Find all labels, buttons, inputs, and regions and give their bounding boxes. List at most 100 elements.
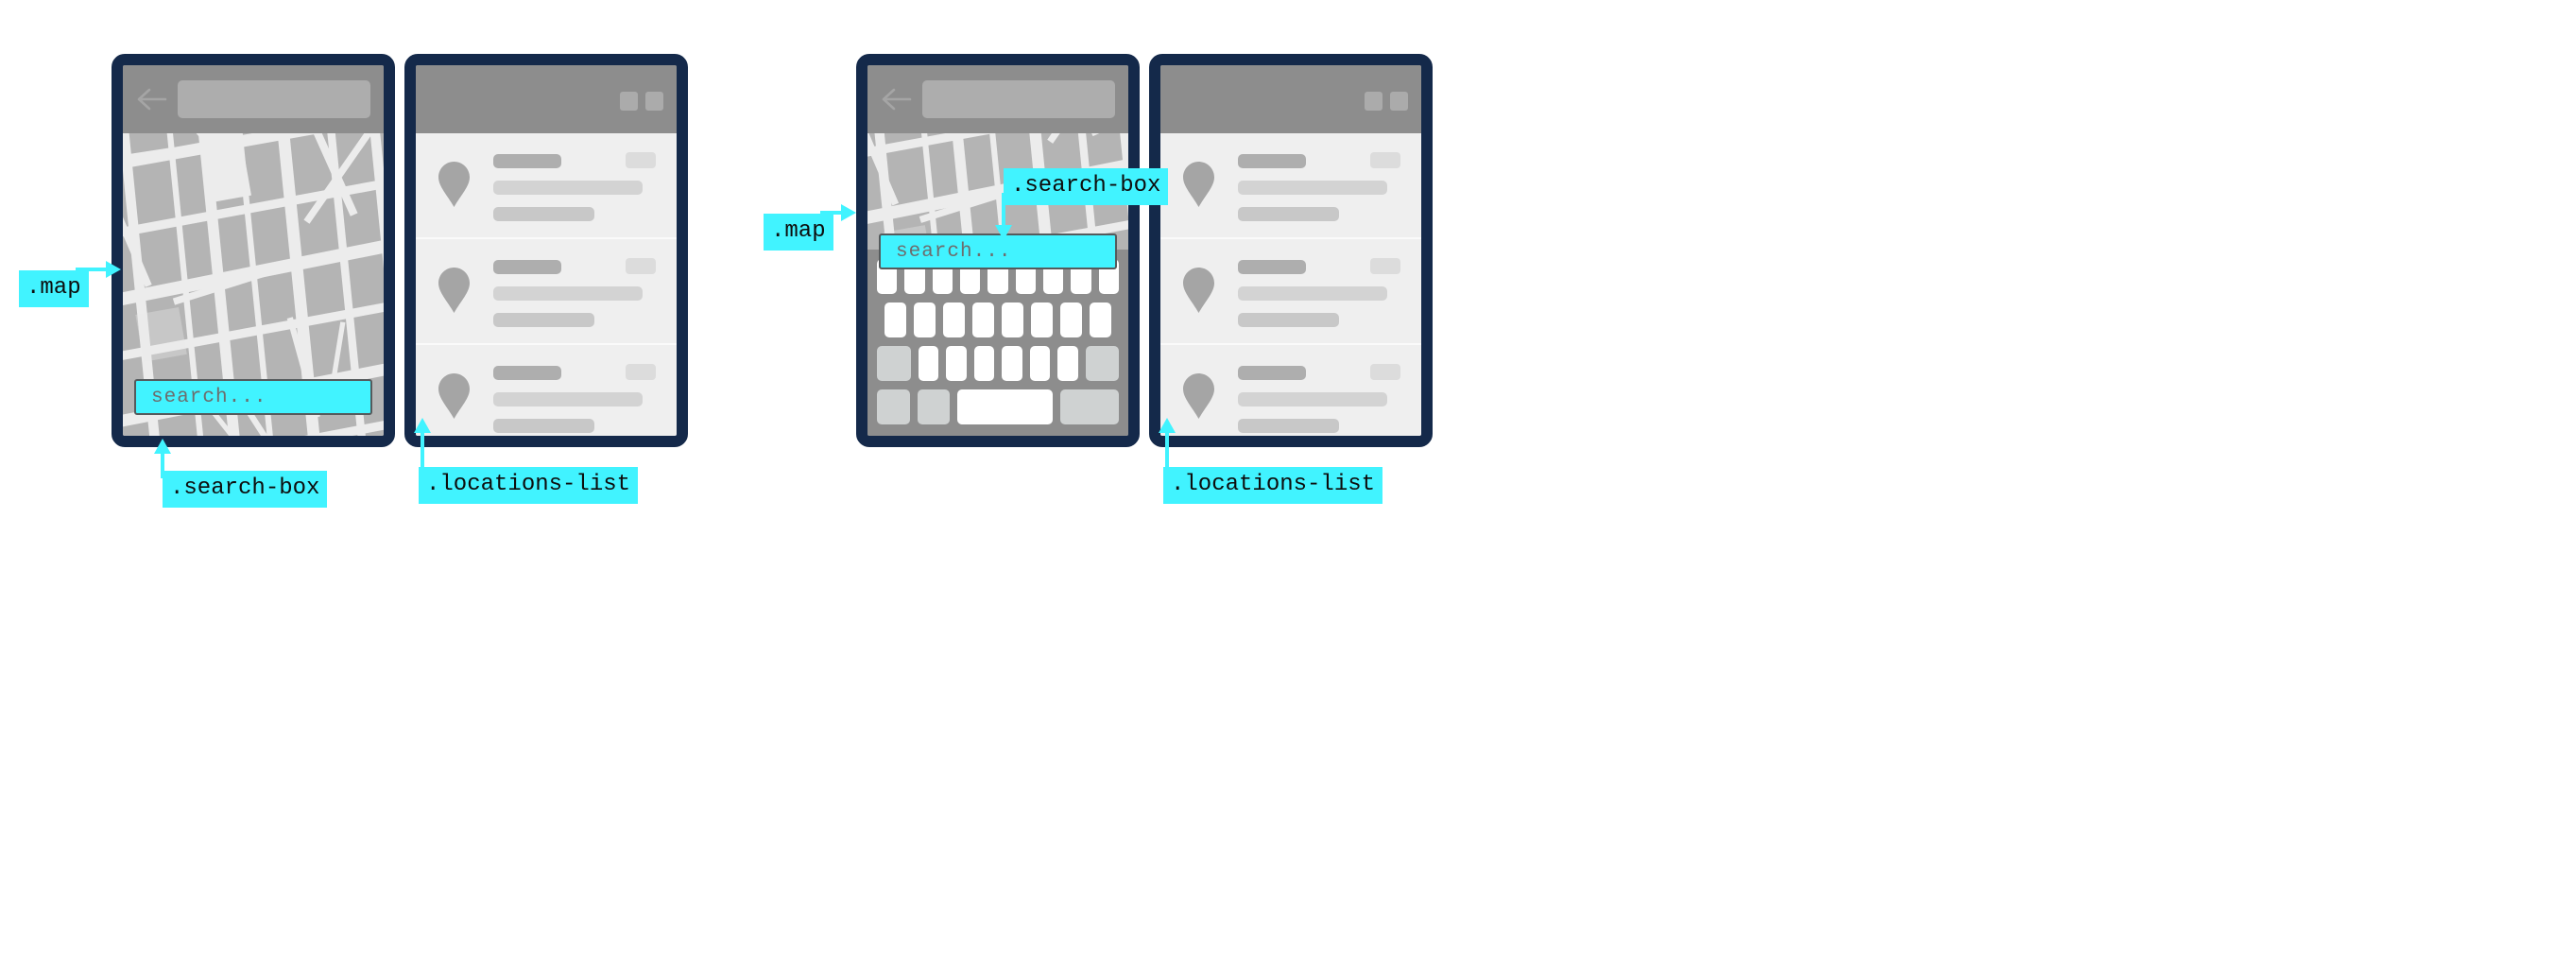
status-badge: [626, 258, 656, 274]
search-box-placeholder: search...: [896, 240, 1012, 263]
list-item-title-placeholder: [1238, 260, 1307, 274]
status-badge: [1370, 364, 1400, 380]
map-pin-icon: [1183, 268, 1214, 313]
list-item-sub-placeholder: [493, 313, 594, 327]
right-list-appbar: [1160, 65, 1421, 133]
square-icon[interactable]: [645, 92, 663, 111]
shift-key[interactable]: [876, 346, 911, 381]
status-badge: [626, 364, 656, 380]
status-badge: [626, 152, 656, 168]
list-item-sub-placeholder: [1238, 313, 1339, 327]
map-pin-icon: [438, 373, 470, 419]
right-list-device: [1149, 54, 1433, 447]
square-icon[interactable]: [1390, 92, 1408, 111]
list-item-title-placeholder: [493, 260, 562, 274]
list-item-title-placeholder: [493, 366, 562, 380]
key[interactable]: [1002, 302, 1023, 337]
space-key[interactable]: [957, 389, 1053, 424]
left-map-device: search...: [112, 54, 395, 447]
key[interactable]: [943, 302, 965, 337]
list-item-title-placeholder: [493, 154, 562, 168]
symbols-key[interactable]: [877, 389, 910, 424]
key[interactable]: [946, 346, 967, 381]
key[interactable]: [884, 302, 906, 337]
key[interactable]: [1002, 346, 1022, 381]
backspace-key[interactable]: [1085, 346, 1120, 381]
appbar-actions: [620, 88, 663, 111]
map-pin-icon: [438, 268, 470, 313]
emoji-key[interactable]: [917, 389, 951, 424]
annotation-search-box-left-text: .search-box: [170, 475, 320, 501]
locations-list[interactable]: [1160, 133, 1421, 436]
right-map-screen: search...: [867, 65, 1128, 436]
list-item-line-placeholder: [1238, 392, 1388, 406]
left-map-appbar: [123, 65, 384, 133]
annotation-locations-list-right-text: .locations-list: [1171, 472, 1376, 497]
left-list-device: [404, 54, 688, 447]
key[interactable]: [973, 346, 994, 381]
keyboard-row-4: [873, 389, 1123, 424]
list-item-sub-placeholder: [1238, 419, 1339, 433]
status-badge: [1370, 152, 1400, 168]
appbar-actions: [1365, 88, 1408, 111]
annotation-locations-list-right: .locations-list: [1163, 467, 1383, 505]
map-pin-icon: [438, 162, 470, 207]
list-item[interactable]: [1160, 345, 1421, 436]
annotation-map-left: .map: [19, 270, 89, 308]
annotation-search-box-left: .search-box: [163, 471, 328, 509]
annotation-search-box-right: .search-box: [1004, 168, 1169, 206]
key[interactable]: [972, 302, 994, 337]
search-box[interactable]: search...: [879, 233, 1117, 269]
enter-key[interactable]: [1059, 389, 1119, 424]
list-item-line-placeholder: [1238, 286, 1388, 301]
list-item[interactable]: [1160, 239, 1421, 345]
annotation-map-left-text: .map: [26, 275, 81, 301]
search-box[interactable]: search...: [134, 379, 372, 415]
key[interactable]: [1031, 302, 1053, 337]
annotation-map-right: .map: [764, 214, 833, 251]
annotation-locations-list-left: .locations-list: [419, 467, 639, 505]
square-icon[interactable]: [1365, 92, 1382, 111]
list-item-sub-placeholder: [493, 207, 594, 221]
square-icon[interactable]: [620, 92, 638, 111]
list-item-line-placeholder: [493, 392, 644, 406]
key[interactable]: [918, 346, 938, 381]
search-box-placeholder: search...: [151, 386, 267, 408]
list-item-title-placeholder: [1238, 366, 1307, 380]
list-item[interactable]: [416, 345, 677, 436]
left-map-screen: search...: [123, 65, 384, 436]
list-item[interactable]: [416, 239, 677, 345]
key[interactable]: [1090, 302, 1111, 337]
list-item-line-placeholder: [493, 181, 644, 195]
right-map-appbar: [867, 65, 1128, 133]
onscreen-keyboard[interactable]: [867, 250, 1128, 436]
key[interactable]: [1060, 302, 1082, 337]
annotation-search-box-right-text: .search-box: [1011, 173, 1161, 199]
list-item-sub-placeholder: [1238, 207, 1339, 221]
keyboard-row-3: [873, 346, 1123, 381]
map-pin-icon: [1183, 373, 1214, 419]
right-list-screen: [1160, 65, 1421, 436]
key[interactable]: [1057, 346, 1078, 381]
key[interactable]: [1029, 346, 1050, 381]
list-item-line-placeholder: [493, 286, 644, 301]
list-item[interactable]: [1160, 133, 1421, 239]
status-badge: [1370, 258, 1400, 274]
appbar-search-field[interactable]: [178, 80, 370, 118]
key[interactable]: [914, 302, 936, 337]
map-pin-icon: [1183, 162, 1214, 207]
locations-list[interactable]: [416, 133, 677, 436]
keyboard-row-2: [873, 302, 1123, 337]
annotation-locations-list-left-text: .locations-list: [426, 472, 631, 497]
list-item-title-placeholder: [1238, 154, 1307, 168]
list-item[interactable]: [416, 133, 677, 239]
back-arrow-icon[interactable]: [881, 85, 913, 113]
list-item-line-placeholder: [1238, 181, 1388, 195]
left-list-appbar: [416, 65, 677, 133]
list-item-sub-placeholder: [493, 419, 594, 433]
back-arrow-icon[interactable]: [136, 85, 168, 113]
right-map-device: search...: [856, 54, 1140, 447]
annotation-map-right-text: .map: [771, 218, 826, 244]
left-list-screen: [416, 65, 677, 436]
appbar-search-field[interactable]: [922, 80, 1115, 118]
